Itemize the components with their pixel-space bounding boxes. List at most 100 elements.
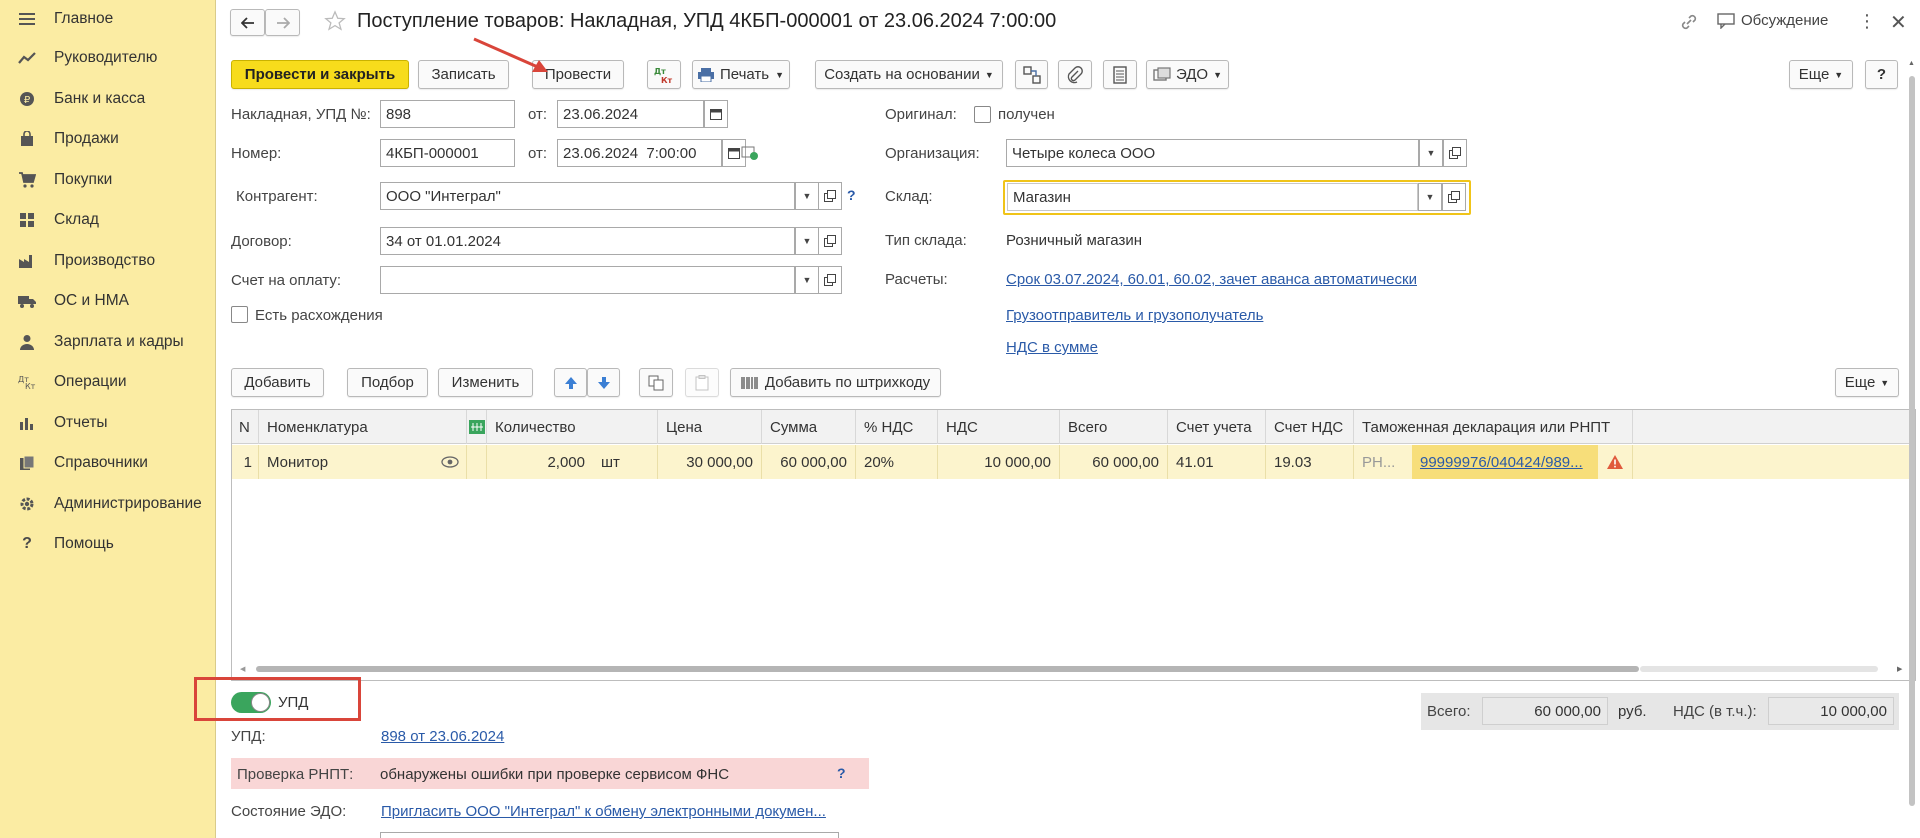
- column-header-vat-account[interactable]: Счет НДС: [1266, 410, 1354, 444]
- settlements-link[interactable]: Срок 03.07.2024, 60.01, 60.02, зачет ава…: [1006, 271, 1417, 288]
- sidebar-item-operations[interactable]: Дт Кт Операции: [0, 365, 216, 399]
- payment-invoice-dropdown[interactable]: ▼: [795, 266, 819, 294]
- counterparty-field[interactable]: ООО "Интеграл": [380, 182, 795, 210]
- help-button[interactable]: ?: [1865, 60, 1898, 89]
- vertical-scrollbar[interactable]: ▲: [1907, 60, 1917, 820]
- sidebar-item-salary[interactable]: Зарплата и кадры: [0, 325, 216, 359]
- organization-field[interactable]: Четыре колеса ООО: [1006, 139, 1419, 167]
- copy-row-button[interactable]: [639, 368, 673, 397]
- customs-declaration-link[interactable]: 99999976/040424/989...: [1412, 445, 1598, 479]
- column-header-icon[interactable]: [467, 410, 487, 444]
- shipper-consignee-link[interactable]: Грузоотправитель и грузополучатель: [1006, 307, 1263, 324]
- attach-button[interactable]: [1058, 60, 1092, 89]
- paste-row-button[interactable]: [685, 368, 719, 397]
- sidebar-item-help[interactable]: ? Помощь: [0, 527, 216, 561]
- sidebar-item-sales[interactable]: Продажи: [0, 122, 216, 156]
- column-header-vat[interactable]: НДС: [938, 410, 1060, 444]
- discrepancy-checkbox[interactable]: [231, 306, 248, 323]
- sidebar-item-warehouse[interactable]: Склад: [0, 203, 216, 237]
- rnpt-help-icon[interactable]: ?: [837, 765, 846, 781]
- column-header-sum[interactable]: Сумма: [762, 410, 856, 444]
- counterparty-open[interactable]: [818, 182, 842, 210]
- view-item-icon[interactable]: [433, 445, 467, 479]
- sidebar-item-manager[interactable]: Руководителю: [0, 41, 216, 75]
- forward-button[interactable]: [265, 9, 300, 36]
- upd-toggle[interactable]: [231, 692, 271, 713]
- move-up-button[interactable]: [554, 368, 587, 397]
- link-icon[interactable]: [1679, 12, 1699, 36]
- dt-kt-button[interactable]: Дт Кт: [647, 60, 681, 89]
- post-and-close-button[interactable]: Провести и закрыть: [231, 60, 409, 89]
- sidebar-item-admin[interactable]: Администрирование: [0, 487, 216, 521]
- column-header-nomenclature[interactable]: Номенклатура: [259, 410, 467, 444]
- number-field[interactable]: 4КБП-000001: [380, 139, 515, 167]
- upd-link[interactable]: 898 от 23.06.2024: [381, 728, 504, 745]
- scroll-left-icon[interactable]: ◀: [240, 665, 245, 673]
- edo-invite-link[interactable]: Пригласить ООО "Интеграл" к обмену элект…: [381, 803, 826, 820]
- comment-field[interactable]: [380, 832, 839, 838]
- favorite-star-icon[interactable]: [324, 10, 346, 36]
- contract-field[interactable]: 34 от 01.01.2024: [380, 227, 795, 255]
- more-button[interactable]: Еще ▼: [1789, 60, 1853, 89]
- discussion-button[interactable]: Обсуждение: [1717, 12, 1828, 29]
- column-header-customs[interactable]: Таможенная декларация или РНПТ: [1354, 410, 1633, 444]
- sidebar-item-purchases[interactable]: Покупки: [0, 163, 216, 197]
- table-more-button[interactable]: Еще ▼: [1835, 368, 1899, 397]
- warehouse-dropdown[interactable]: ▼: [1418, 183, 1442, 211]
- datetime-extra-icon[interactable]: [741, 145, 759, 165]
- scroll-right-icon[interactable]: ▶: [1897, 665, 1902, 673]
- invoice-number-field[interactable]: 898: [380, 100, 515, 128]
- number-date-field[interactable]: 23.06.2024 7:00:00: [557, 139, 722, 167]
- document-list-button[interactable]: [1103, 60, 1137, 89]
- calendar-button[interactable]: [704, 100, 728, 128]
- currency-label: руб.: [1618, 703, 1647, 720]
- contract-dropdown[interactable]: ▼: [795, 227, 819, 255]
- scroll-up-icon[interactable]: ▲: [1908, 60, 1915, 67]
- warning-icon[interactable]: [1598, 445, 1633, 479]
- invoice-date-field[interactable]: 23.06.2024: [557, 100, 704, 128]
- column-header-quantity[interactable]: Количество: [487, 410, 658, 444]
- scrollbar-thumb[interactable]: [256, 666, 1639, 672]
- column-header-total[interactable]: Всего: [1060, 410, 1168, 444]
- add-row-button[interactable]: Добавить: [231, 368, 324, 397]
- truck-icon: [18, 292, 36, 310]
- sidebar-item-bank[interactable]: ₽ Банк и касса: [0, 82, 216, 116]
- payment-invoice-field[interactable]: [380, 266, 795, 294]
- change-button[interactable]: Изменить: [438, 368, 533, 397]
- calendar-icon: [710, 109, 722, 120]
- organization-dropdown[interactable]: ▼: [1419, 139, 1443, 167]
- open-icon: [824, 190, 836, 202]
- create-based-on-button[interactable]: Создать на основании ▼: [815, 60, 1003, 89]
- warehouse-field[interactable]: Магазин: [1007, 183, 1418, 211]
- sidebar-item-reports[interactable]: Отчеты: [0, 406, 216, 440]
- question-icon: ?: [22, 535, 32, 552]
- horizontal-scrollbar[interactable]: ◀ ▶: [240, 664, 1905, 673]
- add-by-barcode-button[interactable]: Добавить по штрихкоду: [730, 368, 941, 397]
- column-header-price[interactable]: Цена: [658, 410, 762, 444]
- sidebar-item-references[interactable]: Справочники: [0, 446, 216, 480]
- sidebar-item-assets[interactable]: ОС и НМА: [0, 284, 216, 318]
- organization-open[interactable]: [1443, 139, 1467, 167]
- vat-in-sum-link[interactable]: НДС в сумме: [1006, 339, 1098, 356]
- back-button[interactable]: [230, 9, 265, 36]
- warehouse-open[interactable]: [1442, 183, 1466, 211]
- table-row[interactable]: 1 Монитор 2,000 шт 30 000,00 60 000,00 2…: [232, 445, 1915, 479]
- more-vertical-icon[interactable]: ⋮: [1858, 11, 1876, 32]
- column-header-n[interactable]: N: [232, 410, 259, 444]
- move-down-button[interactable]: [587, 368, 620, 397]
- counterparty-dropdown[interactable]: ▼: [795, 182, 819, 210]
- sidebar-item-main[interactable]: Главное: [0, 2, 216, 36]
- counterparty-help-icon[interactable]: ?: [847, 187, 856, 203]
- edo-button[interactable]: ЭДО ▼: [1146, 60, 1229, 89]
- close-icon[interactable]: ✕: [1890, 10, 1907, 35]
- structure-button[interactable]: [1015, 60, 1048, 89]
- vertical-scrollbar-thumb[interactable]: [1909, 76, 1915, 806]
- original-received-checkbox[interactable]: [974, 106, 991, 123]
- payment-invoice-open[interactable]: [818, 266, 842, 294]
- contract-open[interactable]: [818, 227, 842, 255]
- print-button[interactable]: Печать ▼: [692, 60, 790, 89]
- sidebar-item-production[interactable]: Производство: [0, 244, 216, 278]
- pick-button[interactable]: Подбор: [347, 368, 428, 397]
- column-header-account[interactable]: Счет учета: [1168, 410, 1266, 444]
- column-header-vat-rate[interactable]: % НДС: [856, 410, 938, 444]
